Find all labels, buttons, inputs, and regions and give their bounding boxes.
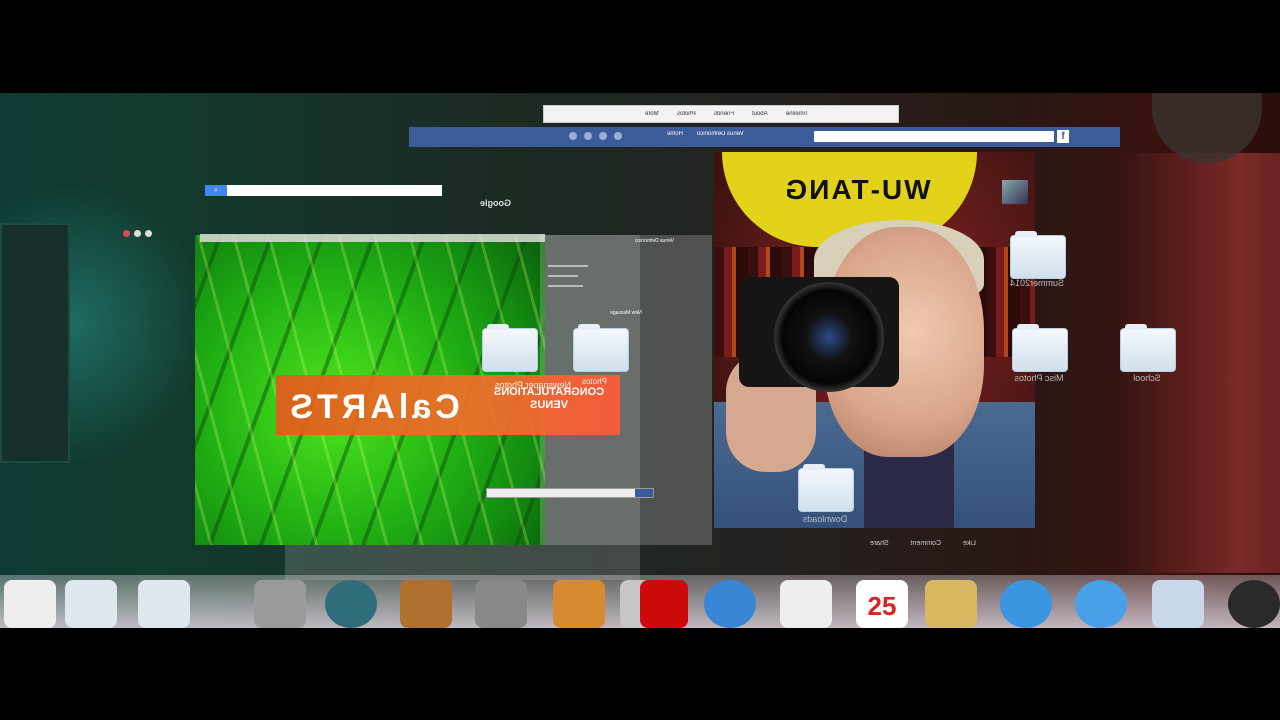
imovie-icon[interactable] [475,580,527,628]
new-message-label[interactable]: New Message [610,310,642,316]
notifications-icon[interactable] [599,132,607,140]
friend-requests-icon[interactable] [569,132,577,140]
tab-about[interactable]: About [752,111,768,117]
send-button[interactable] [635,489,653,497]
post-actions: Like Comment Share [870,540,976,547]
app-store-icon[interactable] [1000,580,1052,628]
fb-notification-icons [569,132,622,140]
time-machine-icon[interactable] [325,580,377,628]
fb-search-input[interactable] [814,131,1054,142]
tab-friends[interactable]: Friends [714,111,734,117]
calendar-icon[interactable]: 25 [856,580,908,628]
folder-label-misc: Misc Photos [1014,373,1064,383]
bottom-letterbox [0,628,1280,720]
message-input[interactable] [486,488,654,498]
gmail-header: Venus Delmonico [635,238,674,244]
shelf [0,223,70,463]
folder-label-school: School [1133,373,1161,383]
close-button[interactable] [123,230,130,237]
avatar[interactable] [1002,180,1028,204]
folder-icon[interactable] [1012,324,1068,372]
photos-label: Photos [582,377,607,386]
google-search-input[interactable] [205,185,442,196]
profile-photo[interactable]: WU-TANG [714,152,1035,528]
iphoto-icon[interactable] [553,580,605,628]
browser-window-controls [123,230,152,237]
folder-icon[interactable] [1120,324,1176,372]
search-icon: ⌕ [214,187,218,194]
itunes-icon[interactable] [704,580,756,628]
google-logo: Google [480,198,511,208]
facebook-top-bar: Home Venus Delmonico f [409,127,1120,147]
fb-nav: Home Venus Delmonico [667,131,744,137]
preview-icon[interactable] [1152,580,1204,628]
folder-label-downloads: Downloads [802,514,848,524]
disk-utility-icon[interactable] [4,580,56,628]
fb-home-link[interactable]: Home [667,131,683,137]
tab-more[interactable]: More [645,111,659,117]
comment-button[interactable]: Comment [911,540,941,547]
guitar-icon[interactable] [400,580,452,628]
share-button[interactable]: Share [870,540,889,547]
browser-address-bar[interactable] [200,234,545,242]
zoom-button[interactable] [145,230,152,237]
facebook-logo[interactable]: f [1057,130,1069,143]
folder-icon[interactable] [573,324,629,372]
mail-row[interactable] [548,265,588,267]
newspaper-photos-label: Newspaper Photos [495,380,572,390]
fb-profile-link[interactable]: Venus Delmonico [697,131,744,137]
mail-row[interactable] [548,285,583,287]
folder-icon[interactable] [1010,231,1066,279]
folder-icon[interactable] [65,580,117,628]
folder-icon[interactable] [798,464,854,512]
google-search-button[interactable]: ⌕ [205,185,227,196]
tab-timeline[interactable]: Timeline [786,111,808,117]
settings-icon[interactable] [614,132,622,140]
notes-icon[interactable] [925,580,977,628]
photos-icon[interactable] [640,580,688,628]
tab-photos[interactable]: Photos [677,111,696,117]
calarts-logo: CalARTS [286,388,460,426]
contacts-icon[interactable] [780,580,832,628]
top-letterbox [0,0,1280,93]
dashboard-icon[interactable] [1228,580,1280,628]
folder-label-summer: Summer2014 [1009,278,1065,288]
facebook-profile-tabs: More Photos Friends About Timeline [543,105,899,123]
folder-icon[interactable] [138,580,190,628]
safari-icon[interactable] [1075,580,1127,628]
folder-icon[interactable] [482,324,538,372]
system-preferences-icon[interactable] [254,580,306,628]
mail-row[interactable] [548,275,578,277]
like-button[interactable]: Like [963,540,976,547]
minimize-button[interactable] [134,230,141,237]
wutang-text: WU-TANG [783,174,931,205]
messages-icon[interactable] [584,132,592,140]
camera-lens [774,282,884,392]
